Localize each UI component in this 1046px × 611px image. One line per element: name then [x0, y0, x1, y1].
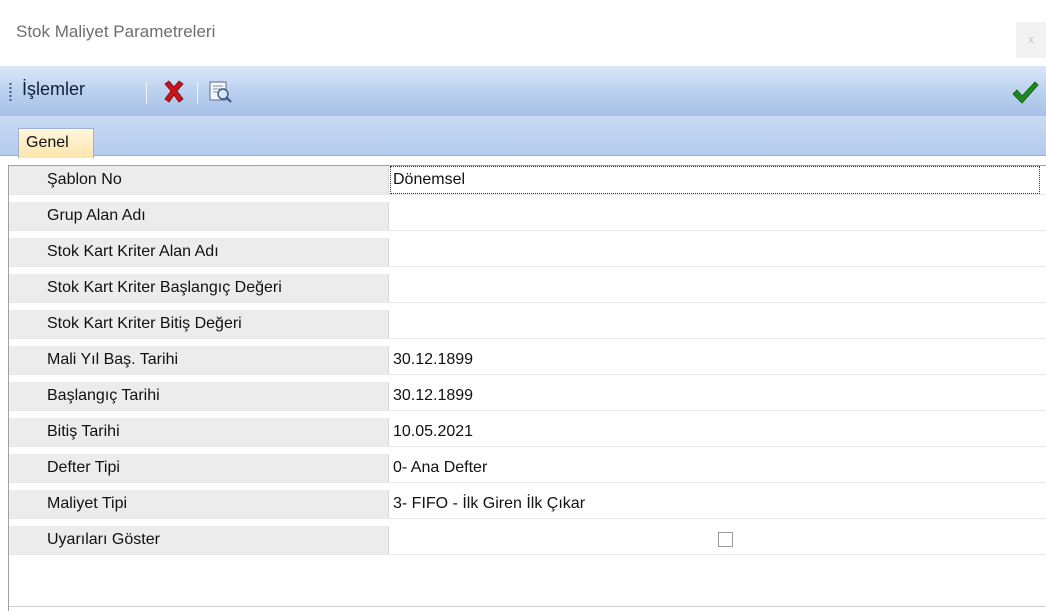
- property-row[interactable]: Stok Kart Kriter Alan Adı: [9, 238, 1046, 267]
- property-label: Stok Kart Kriter Başlangıç Değeri: [9, 274, 389, 302]
- title-bar: Stok Maliyet Parametreleri x: [0, 0, 1046, 64]
- property-label: Grup Alan Adı: [9, 202, 389, 230]
- tab-genel[interactable]: Genel: [18, 128, 94, 158]
- window-title: Stok Maliyet Parametreleri: [16, 22, 216, 41]
- property-label: Bitiş Tarihi: [9, 418, 389, 446]
- toolbar: İşlemler: [0, 66, 1046, 116]
- property-label: Uyarıları Göster: [9, 526, 389, 554]
- property-label: Başlangıç Tarihi: [9, 382, 389, 410]
- property-label: Stok Kart Kriter Alan Adı: [9, 238, 389, 266]
- property-row[interactable]: Bitiş Tarihi 10.05.2021: [9, 418, 1046, 447]
- preview-icon[interactable]: [206, 78, 234, 106]
- property-label: Defter Tipi: [9, 454, 389, 482]
- defter-tipi-field[interactable]: 0- Ana Defter: [390, 454, 1046, 482]
- property-row[interactable]: Defter Tipi 0- Ana Defter: [9, 454, 1046, 483]
- property-label: Mali Yıl Baş. Tarihi: [9, 346, 389, 374]
- islemler-menu[interactable]: İşlemler: [22, 79, 85, 100]
- property-row[interactable]: Mali Yıl Baş. Tarihi 30.12.1899: [9, 346, 1046, 375]
- sablon-no-field[interactable]: Dönemsel: [390, 166, 1040, 194]
- property-row[interactable]: Maliyet Tipi 3- FIFO - İlk Giren İlk Çık…: [9, 490, 1046, 519]
- tab-strip: Genel: [0, 116, 1046, 158]
- stok-kart-kriter-baslangic-field[interactable]: [390, 274, 1046, 302]
- toolbar-grip[interactable]: [9, 82, 12, 102]
- property-row[interactable]: Uyarıları Göster: [9, 526, 1046, 555]
- property-label: Şablon No: [9, 166, 389, 194]
- uyarilari-goster-checkbox[interactable]: [718, 532, 733, 547]
- baslangic-tarihi-field[interactable]: 30.12.1899: [390, 382, 1046, 410]
- bitis-tarihi-field[interactable]: 10.05.2021: [390, 418, 1046, 446]
- toolbar-separator: [146, 82, 147, 104]
- property-label: Maliyet Tipi: [9, 490, 389, 518]
- toolbar-separator: [197, 82, 198, 104]
- property-label: Stok Kart Kriter Bitiş Değeri: [9, 310, 389, 338]
- uyarilari-goster-cell: [390, 526, 1046, 554]
- maliyet-tipi-field[interactable]: 3- FIFO - İlk Giren İlk Çıkar: [390, 490, 1046, 518]
- stok-kart-kriter-alan-adi-field[interactable]: [390, 238, 1046, 266]
- confirm-icon[interactable]: [1010, 79, 1040, 107]
- property-row[interactable]: Stok Kart Kriter Bitiş Değeri: [9, 310, 1046, 339]
- property-grid: Şablon No Dönemsel Grup Alan Adı Stok Ka…: [8, 165, 1046, 611]
- property-row[interactable]: Şablon No Dönemsel: [9, 166, 1046, 195]
- delete-icon[interactable]: [160, 78, 188, 106]
- mali-yil-bas-tarihi-field[interactable]: 30.12.1899: [390, 346, 1046, 374]
- property-row[interactable]: Grup Alan Adı: [9, 202, 1046, 231]
- divider: [9, 606, 1046, 607]
- close-button[interactable]: x: [1016, 22, 1046, 58]
- property-row[interactable]: Stok Kart Kriter Başlangıç Değeri: [9, 274, 1046, 303]
- property-row[interactable]: Başlangıç Tarihi 30.12.1899: [9, 382, 1046, 411]
- stok-kart-kriter-bitis-field[interactable]: [390, 310, 1046, 338]
- grup-alan-adi-field[interactable]: [390, 202, 1046, 230]
